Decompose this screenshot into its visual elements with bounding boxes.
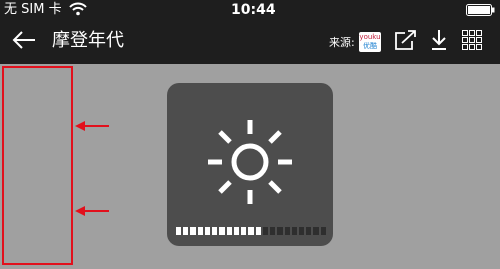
carrier-label: 无 SIM 卡 bbox=[4, 2, 62, 17]
brightness-segment bbox=[255, 227, 261, 235]
download-icon[interactable] bbox=[430, 29, 448, 51]
brightness-level-bar bbox=[176, 227, 326, 235]
brightness-segment bbox=[219, 227, 225, 235]
wifi-icon bbox=[69, 2, 87, 16]
page-title: 摩登年代 bbox=[52, 30, 124, 51]
brightness-hud bbox=[167, 83, 333, 246]
brightness-segment bbox=[226, 227, 232, 235]
brightness-segment bbox=[306, 227, 312, 235]
share-icon[interactable] bbox=[394, 29, 418, 51]
brightness-segment bbox=[313, 227, 319, 235]
brightness-segment bbox=[277, 227, 283, 235]
battery-icon bbox=[466, 4, 495, 16]
nav-bar: 摩登年代 来源: youku 优酷 bbox=[0, 20, 500, 64]
arrow-up-indicator-icon bbox=[75, 121, 109, 131]
brightness-segment bbox=[183, 227, 189, 235]
back-arrow-icon[interactable] bbox=[12, 30, 36, 50]
youku-logo-bottom: 优酷 bbox=[363, 42, 377, 50]
brightness-segment bbox=[197, 227, 203, 235]
youku-logo-top: youku bbox=[359, 33, 381, 41]
brightness-segment bbox=[320, 227, 326, 235]
brightness-segment bbox=[291, 227, 297, 235]
brightness-segment bbox=[248, 227, 254, 235]
source-label: 来源: bbox=[329, 36, 355, 49]
brightness-segment bbox=[176, 227, 182, 235]
brightness-segment bbox=[262, 227, 269, 235]
grid-icon[interactable] bbox=[462, 30, 483, 51]
brightness-segment bbox=[233, 227, 240, 235]
brightness-segment bbox=[241, 227, 247, 235]
sun-icon bbox=[208, 120, 292, 204]
brightness-segment bbox=[298, 227, 305, 235]
arrow-down-indicator-icon bbox=[75, 206, 109, 216]
brightness-gesture-zone-highlight bbox=[2, 66, 73, 265]
brightness-segment bbox=[190, 227, 196, 235]
brightness-segment bbox=[204, 227, 211, 235]
brightness-segment bbox=[270, 227, 276, 235]
brightness-segment bbox=[212, 227, 218, 235]
clock: 10:44 bbox=[231, 2, 276, 18]
status-bar: 无 SIM 卡 10:44 bbox=[0, 0, 500, 20]
youku-logo: youku 优酷 bbox=[359, 32, 381, 52]
brightness-segment bbox=[284, 227, 290, 235]
